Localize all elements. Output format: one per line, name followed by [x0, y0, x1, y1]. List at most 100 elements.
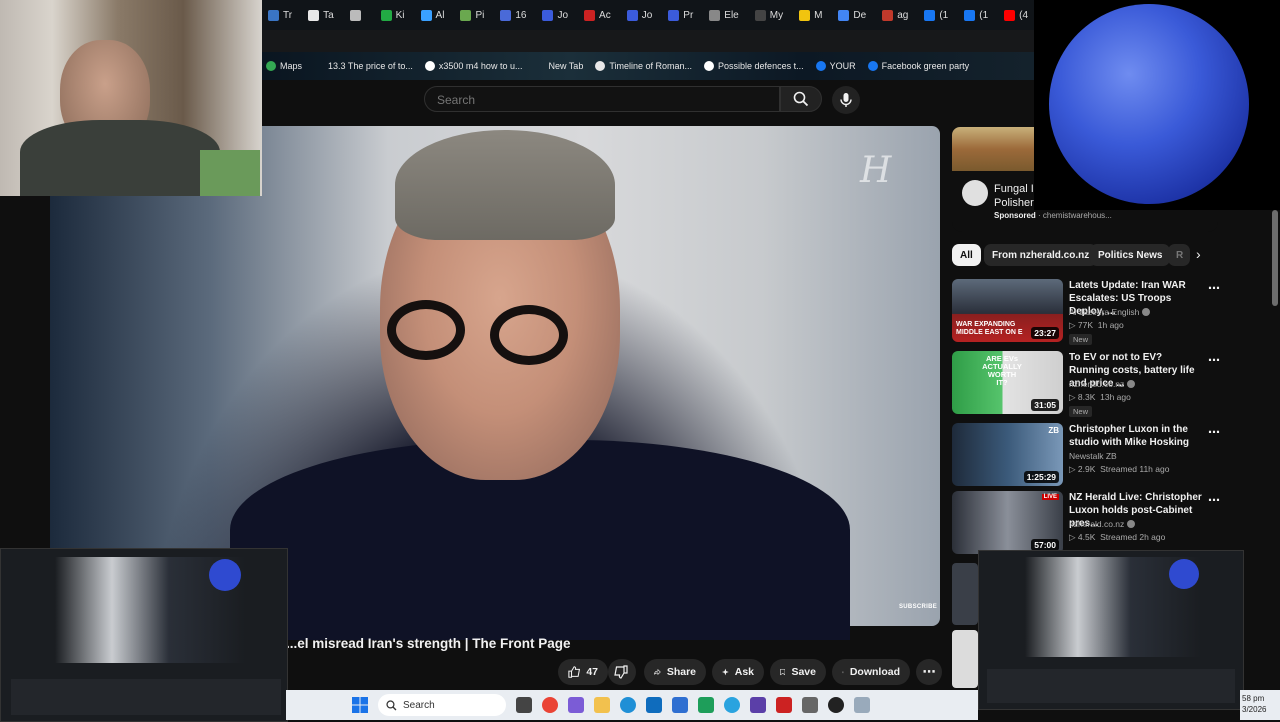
partial-video-thumbnail[interactable] [952, 563, 978, 625]
more-vert-icon[interactable]: ⋯ [1208, 493, 1220, 507]
browser-tab[interactable]: (1 [958, 4, 994, 26]
file-explorer-icon[interactable] [594, 697, 610, 713]
chip-partial[interactable]: R [1168, 244, 1190, 266]
video-title[interactable]: Christopher Luxon in the studio with Mik… [1069, 423, 1203, 449]
video-age: Streamed 2h ago [1100, 532, 1166, 542]
windows-start-icon[interactable] [352, 697, 368, 713]
outlook-icon[interactable] [646, 697, 662, 713]
video-thumbnail[interactable]: ARE EVs ACTUALLY WORTH IT? 31:05 [952, 351, 1063, 414]
browser-tab[interactable]: Jo [621, 4, 659, 26]
browser-tab[interactable]: Ele [703, 4, 744, 26]
browser-tab[interactable]: M [793, 4, 828, 26]
tab-favicon-icon [584, 9, 596, 21]
bookmark-label: 13.3 The price of to... [328, 61, 413, 71]
channel-watermark[interactable]: H [860, 150, 891, 191]
ask-label: Ask [734, 666, 754, 678]
video-thumbnail[interactable]: ZB 1:25:29 [952, 423, 1063, 486]
browser-tab[interactable]: Ki [375, 4, 411, 26]
search-input[interactable] [435, 92, 769, 108]
webcam-overlay [0, 0, 262, 196]
channel-name[interactable]: nzherald.co.nz [1069, 519, 1136, 529]
recommended-video[interactable]: LIVE 57:00 NZ Herald Live: Christopher L… [952, 491, 1222, 555]
edge-icon[interactable] [620, 697, 636, 713]
dislike-button[interactable] [608, 659, 636, 685]
browser-tab[interactable] [344, 4, 371, 26]
search-button[interactable] [780, 86, 822, 112]
bookmark-item[interactable]: x3500 m4 how to u... [424, 61, 522, 71]
task-view-icon[interactable] [516, 697, 532, 713]
bookmark-item[interactable]: 13.3 The price of to... [314, 61, 413, 71]
recommended-video[interactable]: ZB 1:25:29 Christopher Luxon in the stud… [952, 423, 1222, 487]
ad-domain: chemistwarehous... [1042, 211, 1112, 220]
subscribe-overlay[interactable]: SUBSCRIBE [899, 604, 937, 610]
search-box[interactable] [424, 86, 780, 112]
video-thumbnail[interactable]: LIVE 57:00 [952, 491, 1063, 554]
browser-tab[interactable]: 16 [494, 4, 532, 26]
bookmark-item[interactable]: Maps [266, 61, 302, 71]
recommended-video[interactable]: WAR EXPANDING MIDDLE EAST ON E 23:27 Lat… [952, 279, 1222, 345]
save-button[interactable]: Save [770, 659, 826, 685]
like-button[interactable]: 47 [558, 659, 608, 685]
browser-tab[interactable]: Al [415, 4, 451, 26]
channel-name[interactable]: nzherald.co.nz [1069, 379, 1136, 389]
tab-label: Ki [395, 9, 405, 21]
app-icon[interactable] [750, 697, 766, 713]
share-button[interactable]: Share [644, 659, 706, 685]
screen-preview-right [978, 550, 1244, 710]
chip-from-nzherald[interactable]: From nzherald.co.nz [984, 244, 1098, 266]
more-vert-icon[interactable]: ⋯ [1208, 281, 1220, 295]
chrome-icon[interactable] [542, 697, 558, 713]
neptune-image [1049, 4, 1249, 204]
chevron-right-icon[interactable]: › [1196, 246, 1201, 262]
browser-tab[interactable]: Ta [302, 4, 340, 26]
view-count: 2.9K [1077, 464, 1096, 474]
obs-icon[interactable] [828, 697, 844, 713]
more-actions-button[interactable]: ⋯ [916, 659, 942, 685]
store-icon[interactable] [672, 697, 688, 713]
browser-tab[interactable]: Pi [454, 4, 490, 26]
browser-tab[interactable]: (4 [998, 4, 1034, 26]
ad-thumbnail[interactable] [952, 127, 1034, 171]
scrollbar-thumb[interactable] [1272, 210, 1278, 306]
more-vert-icon[interactable]: ⋯ [1208, 425, 1220, 439]
ask-button[interactable]: Ask [712, 659, 764, 685]
tab-favicon-icon [626, 9, 638, 21]
bookmark-favicon-icon [534, 61, 544, 71]
tab-label: 16 [515, 9, 527, 21]
recommended-video[interactable]: ARE EVs ACTUALLY WORTH IT? 31:05 To EV o… [952, 351, 1222, 417]
telegram-icon[interactable] [724, 697, 740, 713]
view-count: 4.5K [1077, 532, 1096, 542]
ad-title[interactable]: Fungal I Polisher [994, 182, 1034, 210]
voice-search-button[interactable] [832, 86, 860, 114]
browser-tab[interactable]: (1 [918, 4, 954, 26]
settings-icon[interactable] [802, 697, 818, 713]
video-thumbnail[interactable]: WAR EXPANDING MIDDLE EAST ON E 23:27 [952, 279, 1063, 342]
chip-all[interactable]: All [952, 244, 981, 266]
address-bar[interactable] [262, 30, 1034, 52]
browser-tab[interactable]: Jo [536, 4, 574, 26]
copilot-icon[interactable] [568, 697, 584, 713]
bookmark-item[interactable]: YOUR [815, 61, 856, 71]
more-vert-icon[interactable]: ⋯ [1208, 353, 1220, 367]
channel-name[interactable]: Newstalk ZB [1069, 451, 1117, 461]
app-icon[interactable] [854, 697, 870, 713]
download-button[interactable]: Download [832, 659, 910, 685]
chip-politics-news[interactable]: Politics News [1090, 244, 1171, 266]
bookmark-item[interactable]: New Tab [534, 61, 583, 71]
browser-tab[interactable]: My [749, 4, 789, 26]
taskbar-search-box[interactable]: Search [378, 694, 506, 716]
browser-tab[interactable]: Tr [262, 4, 298, 26]
partial-video-thumbnail[interactable] [952, 630, 978, 688]
bookmark-item[interactable]: Facebook green party [867, 61, 969, 71]
system-clock[interactable]: 58 pm 3/2026 [1240, 690, 1280, 720]
browser-tab[interactable]: ag [876, 4, 914, 26]
lightning-app-icon[interactable] [776, 697, 792, 713]
bookmark-item[interactable]: Possible defences t... [704, 61, 804, 71]
ad-title-line2: Polisher [994, 197, 1034, 209]
browser-tab[interactable]: Pr [662, 4, 699, 26]
channel-name[interactable]: Al Jazeera English [1069, 307, 1151, 317]
chat-app-icon[interactable] [698, 697, 714, 713]
bookmark-item[interactable]: Timeline of Roman... [595, 61, 692, 71]
browser-tab[interactable]: Ac [578, 4, 617, 26]
browser-tab[interactable]: De [832, 4, 872, 26]
